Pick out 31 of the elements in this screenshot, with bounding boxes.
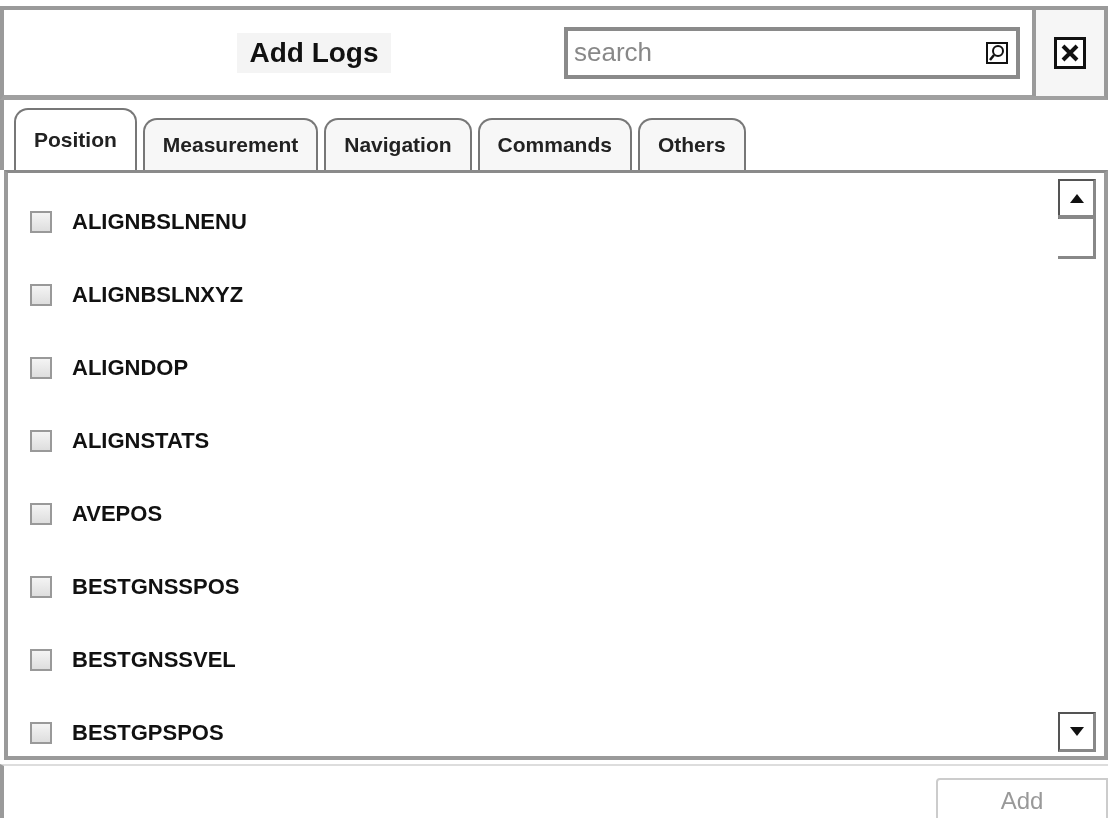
checkbox[interactable] xyxy=(30,575,52,598)
close-icon xyxy=(1054,36,1086,69)
checkbox[interactable] xyxy=(30,721,52,744)
scroll-up-button[interactable] xyxy=(1058,179,1096,219)
scroll-down-button[interactable] xyxy=(1058,712,1096,752)
log-label: BESTGNSSPOS xyxy=(72,573,240,600)
log-label: ALIGNBSLNENU xyxy=(72,208,247,235)
checkbox[interactable] xyxy=(30,502,52,525)
checkbox[interactable] xyxy=(30,429,52,452)
log-label: ALIGNSTATS xyxy=(72,427,210,454)
log-label: ALIGNDOP xyxy=(72,354,189,381)
tab[interactable]: Others xyxy=(637,118,746,170)
checkbox[interactable] xyxy=(30,210,52,233)
dialog-title: Add Logs xyxy=(237,32,391,73)
close-button[interactable] xyxy=(1032,9,1104,96)
checkbox[interactable] xyxy=(30,648,52,671)
search-field[interactable]: search xyxy=(564,26,1020,79)
down-arrow-icon xyxy=(1069,727,1084,736)
up-arrow-icon xyxy=(1069,194,1084,203)
log-label: BESTGPSPOS xyxy=(72,719,224,746)
log-label: AVEPOS xyxy=(72,500,163,527)
scrollbar-thumb[interactable] xyxy=(1058,215,1096,259)
checkbox[interactable] xyxy=(30,283,52,306)
log-label: ALIGNBSLNXYZ xyxy=(72,281,244,308)
tab[interactable]: Commands xyxy=(477,118,632,170)
tab[interactable]: Position xyxy=(14,108,137,170)
search-icon[interactable] xyxy=(986,41,1008,64)
tab[interactable]: Measurement xyxy=(142,118,319,170)
log-label: BESTGNSSVEL xyxy=(72,646,236,673)
checkbox[interactable] xyxy=(30,356,52,379)
tab[interactable]: Navigation xyxy=(324,118,472,170)
